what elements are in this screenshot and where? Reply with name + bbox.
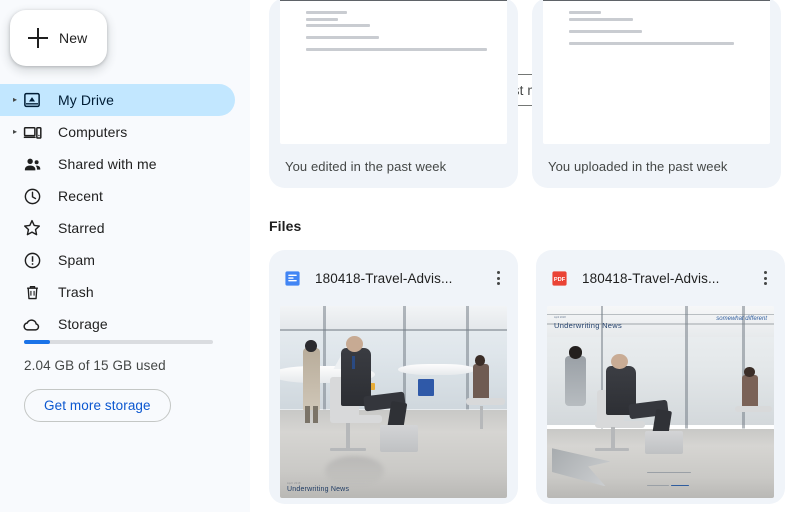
clock-icon	[22, 186, 42, 206]
airport-lounge-photo: April 2018 Underwriting News	[280, 306, 507, 498]
thumbnail-header-date: April 2018	[554, 316, 566, 319]
storage-progress-fill	[24, 340, 50, 344]
file-card-header: PDF 180418-Travel-Advis...	[536, 250, 785, 306]
sidebar-item-trash[interactable]: ▸ Trash	[0, 276, 250, 308]
sidebar-item-label: Spam	[58, 252, 95, 268]
suggested-card-thumbnail	[280, 0, 507, 144]
people-icon	[22, 154, 42, 174]
sidebar-item-label: Storage	[58, 316, 108, 332]
expand-caret-icon[interactable]: ▸	[8, 96, 22, 104]
file-name: 180418-Travel-Advis...	[315, 271, 486, 286]
svg-text:PDF: PDF	[553, 276, 565, 282]
more-options-icon[interactable]	[753, 266, 777, 290]
sidebar-item-storage[interactable]: ▸ Storage	[0, 308, 250, 340]
thumbnail-caption-date: April 2018	[287, 482, 349, 485]
sidebar-item-label: Computers	[58, 124, 127, 140]
pdf-icon: PDF	[550, 269, 568, 287]
new-button[interactable]: New	[10, 10, 107, 66]
document-preview-lines	[569, 11, 756, 48]
sidebar-item-label: My Drive	[58, 92, 114, 108]
suggested-card-status: You edited in the past week	[269, 144, 518, 188]
file-card[interactable]: 180418-Travel-Advis...	[269, 250, 518, 504]
sidebar-item-spam[interactable]: ▸ Spam	[0, 244, 250, 276]
file-card[interactable]: PDF 180418-Travel-Advis...	[536, 250, 785, 504]
get-more-storage-button[interactable]: Get more storage	[24, 389, 171, 422]
plus-icon	[28, 28, 48, 48]
sidebar-item-computers[interactable]: ▸ Computers	[0, 116, 250, 148]
thumbnail-header-title: Underwriting News	[554, 321, 622, 330]
suggested-card-thumbnail	[543, 0, 770, 144]
drive-icon	[22, 90, 42, 110]
thumbnail-footer-text	[647, 472, 691, 493]
thumbnail-header-tagline: somewhat different	[716, 316, 767, 324]
storage-progress-bar	[24, 340, 213, 344]
airport-lounge-photo: April 2018 Underwriting News somewhat di…	[547, 306, 774, 498]
computer-icon	[22, 122, 42, 142]
file-thumbnail: April 2018 Underwriting News somewhat di…	[547, 306, 774, 498]
exclamation-icon	[22, 250, 42, 270]
star-icon	[22, 218, 42, 238]
files-grid: 180418-Travel-Advis...	[269, 250, 785, 504]
suggested-card[interactable]: You uploaded in the past week	[532, 0, 781, 188]
sidebar-item-label: Trash	[58, 284, 94, 300]
suggested-card-status: You uploaded in the past week	[532, 144, 781, 188]
thumbnail-caption: April 2018 Underwriting News	[287, 482, 349, 493]
sidebar-item-shared-with-me[interactable]: ▸ Shared with me	[0, 148, 250, 180]
docs-icon	[283, 269, 301, 287]
files-section-header: Files	[269, 218, 301, 234]
new-button-label: New	[59, 30, 87, 46]
drive-app: New ▸ My Drive ▸	[0, 0, 790, 512]
expand-caret-icon[interactable]: ▸	[8, 128, 22, 136]
thumbnail-caption-title: Underwriting News	[287, 486, 349, 493]
sidebar-item-recent[interactable]: ▸ Recent	[0, 180, 250, 212]
sidebar-item-label: Starred	[58, 220, 105, 236]
sidebar-item-label: Recent	[58, 188, 103, 204]
file-name: 180418-Travel-Advis...	[582, 271, 753, 286]
sidebar: New ▸ My Drive ▸	[0, 0, 250, 512]
file-card-header: 180418-Travel-Advis...	[269, 250, 518, 306]
sidebar-item-my-drive[interactable]: ▸ My Drive	[0, 84, 235, 116]
main-content: My Drive File type People Last modified	[250, 0, 790, 512]
suggested-card[interactable]: You edited in the past week	[269, 0, 518, 188]
more-options-icon[interactable]	[486, 266, 510, 290]
suggested-cards-row: You edited in the past week You uploaded…	[269, 0, 781, 188]
storage-section: 2.04 GB of 15 GB used Get more storage	[24, 340, 226, 422]
document-preview-lines	[306, 11, 493, 55]
sidebar-nav: ▸ My Drive ▸	[0, 84, 250, 340]
sidebar-item-label: Shared with me	[58, 156, 157, 172]
cloud-icon	[22, 314, 42, 334]
trash-icon	[22, 282, 42, 302]
storage-used-text: 2.04 GB of 15 GB used	[24, 358, 226, 373]
file-thumbnail: April 2018 Underwriting News	[280, 306, 507, 498]
sidebar-item-starred[interactable]: ▸ Starred	[0, 212, 250, 244]
